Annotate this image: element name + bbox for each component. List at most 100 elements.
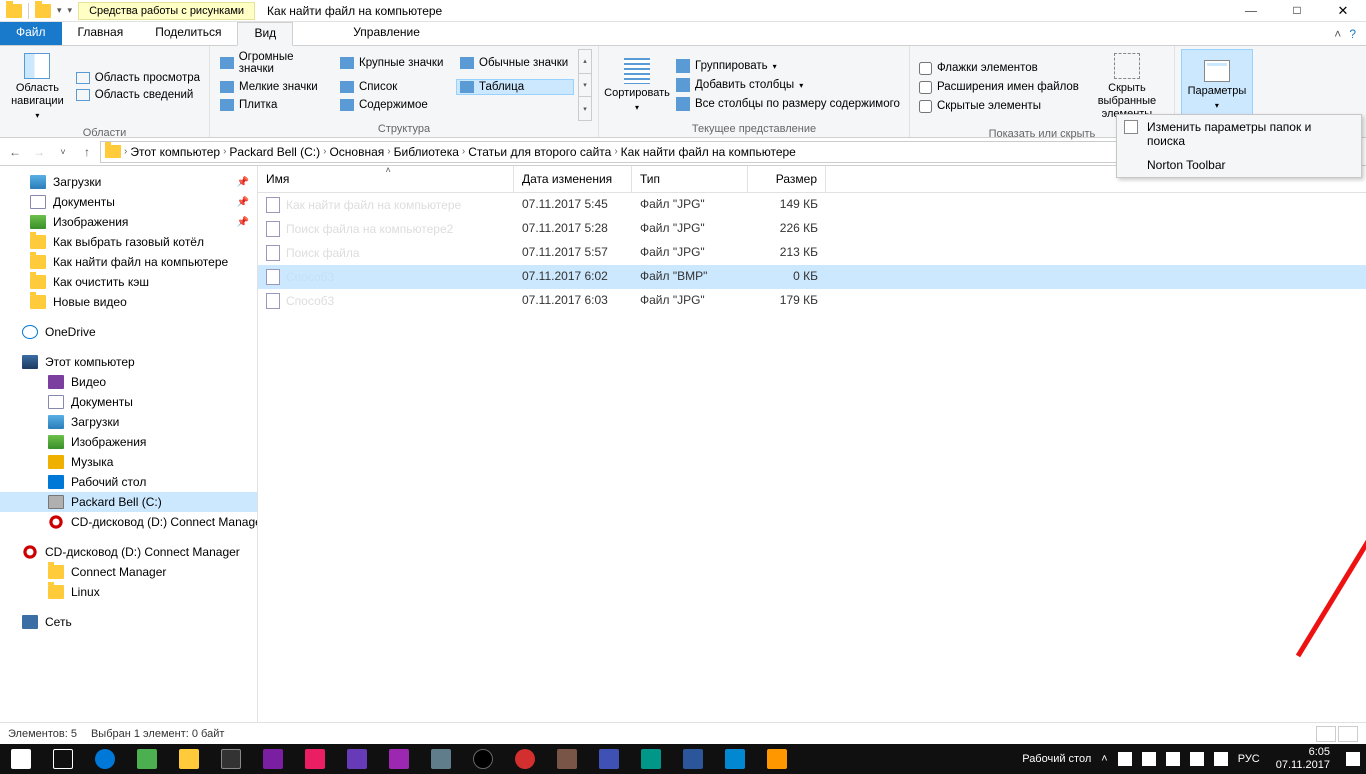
sidebar-item-cd-d2[interactable]: CD-дисковод (D:) Connect Manager [0, 542, 257, 562]
qat-dropdown-icon[interactable]: ▾ [57, 5, 62, 16]
taskbar-app[interactable] [630, 744, 672, 774]
tray-network-icon[interactable] [1166, 752, 1180, 766]
language-indicator[interactable]: РУС [1238, 753, 1260, 765]
file-extensions-toggle[interactable]: Расширения имен файлов [916, 79, 1082, 96]
taskbar-app[interactable] [378, 744, 420, 774]
maximize-button[interactable]: □ [1274, 0, 1320, 22]
taskbar-app[interactable] [546, 744, 588, 774]
taskbar-app[interactable] [588, 744, 630, 774]
sidebar-item-downloads[interactable]: Загрузки📌 [0, 172, 257, 192]
menu-change-folder-options[interactable]: Изменить параметры папок и поиска [1117, 115, 1361, 153]
close-button[interactable]: ✕ [1320, 0, 1366, 22]
tab-view[interactable]: Вид [237, 22, 293, 46]
sidebar-item-documents[interactable]: Документы📌 [0, 192, 257, 212]
tray-volume-icon[interactable] [1190, 752, 1204, 766]
size-columns-button[interactable]: Все столбцы по размеру содержимого [673, 95, 903, 113]
crumb[interactable]: Основная [329, 145, 384, 159]
layout-small[interactable]: Мелкие значки [216, 79, 334, 95]
tab-home[interactable]: Главная [62, 22, 140, 45]
up-button[interactable]: ↑ [76, 141, 98, 163]
layout-large[interactable]: Крупные значки [336, 49, 454, 77]
view-details-button[interactable] [1316, 726, 1336, 742]
taskbar-app[interactable] [756, 744, 798, 774]
help-icon[interactable]: ? [1349, 27, 1356, 41]
taskbar-app[interactable] [294, 744, 336, 774]
file-row[interactable]: Поиск файла 07.11.2017 5:57Файл "JPG"213… [258, 241, 1366, 265]
sidebar-item-desktop[interactable]: Рабочий стол [0, 472, 257, 492]
taskbar-app[interactable] [504, 744, 546, 774]
preview-pane-button[interactable]: Область просмотра [73, 70, 203, 86]
column-type[interactable]: Тип [632, 166, 748, 192]
clock[interactable]: 6:05 07.11.2017 [1270, 746, 1336, 772]
navigation-pane-button[interactable]: Область навигации ▾ [6, 49, 69, 125]
action-center-icon[interactable] [1346, 752, 1360, 766]
forward-button[interactable]: → [28, 141, 50, 163]
crumb[interactable]: Этот компьютер [130, 145, 220, 159]
minimize-button[interactable]: — [1228, 0, 1274, 22]
tray-chevron-icon[interactable]: ˄ [1101, 753, 1107, 765]
tab-share[interactable]: Поделиться [139, 22, 237, 45]
sort-by-button[interactable]: Сортировать ▾ [605, 49, 669, 121]
taskbar-app[interactable] [462, 744, 504, 774]
sidebar-item-fav2[interactable]: Как найти файл на компьютере [0, 252, 257, 272]
layout-list[interactable]: Список [336, 79, 454, 95]
crumb[interactable]: Статьи для второго сайта [468, 145, 611, 159]
taskbar-app[interactable] [420, 744, 462, 774]
crumb[interactable]: Как найти файл на компьютере [621, 145, 796, 159]
item-checkboxes-toggle[interactable]: Флажки элементов [916, 60, 1082, 77]
taskbar-app[interactable] [84, 744, 126, 774]
sidebar-item-documents2[interactable]: Документы [0, 392, 257, 412]
options-button[interactable]: Параметры ▾ [1181, 49, 1253, 121]
crumb[interactable]: Packard Bell (C:) [229, 145, 320, 159]
taskbar-app[interactable] [210, 744, 252, 774]
ribbon-collapse-icon[interactable]: ˄ [1334, 27, 1341, 41]
task-view-button[interactable] [42, 744, 84, 774]
show-desktop-label[interactable]: Рабочий стол [1022, 753, 1091, 765]
sidebar-item-linux[interactable]: Linux [0, 582, 257, 602]
tray-icon[interactable] [1142, 752, 1156, 766]
back-button[interactable]: ← [4, 141, 26, 163]
layout-tiles[interactable]: Плитка [216, 97, 334, 113]
sidebar-item-onedrive[interactable]: OneDrive [0, 322, 257, 342]
file-row[interactable]: Поиск файла на компьютере2 07.11.2017 5:… [258, 217, 1366, 241]
sidebar-item-network[interactable]: Сеть [0, 612, 257, 632]
sidebar-item-drive-c[interactable]: Packard Bell (C:) [0, 492, 257, 512]
sidebar-item-connect-mgr[interactable]: Connect Manager [0, 562, 257, 582]
layout-extra-large[interactable]: Огромные значки [216, 49, 334, 77]
start-button[interactable] [0, 744, 42, 774]
add-columns-button[interactable]: Добавить столбцы▾ [673, 76, 903, 94]
file-row[interactable]: Способ3 07.11.2017 6:02Файл "BMP"0 КБ [258, 265, 1366, 289]
sidebar-item-fav3[interactable]: Как очистить кэш [0, 272, 257, 292]
sidebar-item-fav4[interactable]: Новые видео [0, 292, 257, 312]
recent-locations-button[interactable]: ˅ [52, 141, 74, 163]
tab-manage[interactable]: Управление [293, 22, 480, 45]
layout-scroll[interactable]: ▴▾▾ [578, 49, 592, 121]
taskbar-app[interactable] [672, 744, 714, 774]
layout-details[interactable]: Таблица [456, 79, 574, 95]
layout-content[interactable]: Содержимое [336, 97, 454, 113]
sidebar-item-music[interactable]: Музыка [0, 452, 257, 472]
qat-folder-icon[interactable] [35, 4, 51, 18]
taskbar-app[interactable] [714, 744, 756, 774]
hidden-items-toggle[interactable]: Скрытые элементы [916, 98, 1082, 115]
tray-icon[interactable] [1118, 752, 1132, 766]
sidebar-item-pictures[interactable]: Изображения📌 [0, 212, 257, 232]
details-pane-button[interactable]: Область сведений [73, 87, 203, 103]
column-size[interactable]: Размер [748, 166, 826, 192]
taskbar-app[interactable] [126, 744, 168, 774]
file-row[interactable]: Как найти файл на компьютере 07.11.2017 … [258, 193, 1366, 217]
sidebar-item-downloads2[interactable]: Загрузки [0, 412, 257, 432]
taskbar-app[interactable] [168, 744, 210, 774]
sidebar-item-pictures2[interactable]: Изображения [0, 432, 257, 452]
column-date[interactable]: Дата изменения [514, 166, 632, 192]
tab-file[interactable]: Файл [0, 22, 62, 45]
sidebar-item-fav1[interactable]: Как выбрать газовый котёл [0, 232, 257, 252]
layout-gallery[interactable]: Огромные значки Крупные значки Обычные з… [216, 49, 574, 121]
sidebar-item-cd-d[interactable]: CD-дисковод (D:) Connect Manager [0, 512, 257, 532]
tray-icon[interactable] [1214, 752, 1228, 766]
menu-norton-toolbar[interactable]: Norton Toolbar [1117, 153, 1361, 177]
group-by-button[interactable]: Группировать▾ [673, 57, 903, 75]
qat-customize-icon[interactable]: ▾ [68, 5, 73, 16]
column-name[interactable]: Имя˄ [258, 166, 514, 192]
file-row[interactable]: Способ3 07.11.2017 6:03Файл "JPG"179 КБ [258, 289, 1366, 313]
